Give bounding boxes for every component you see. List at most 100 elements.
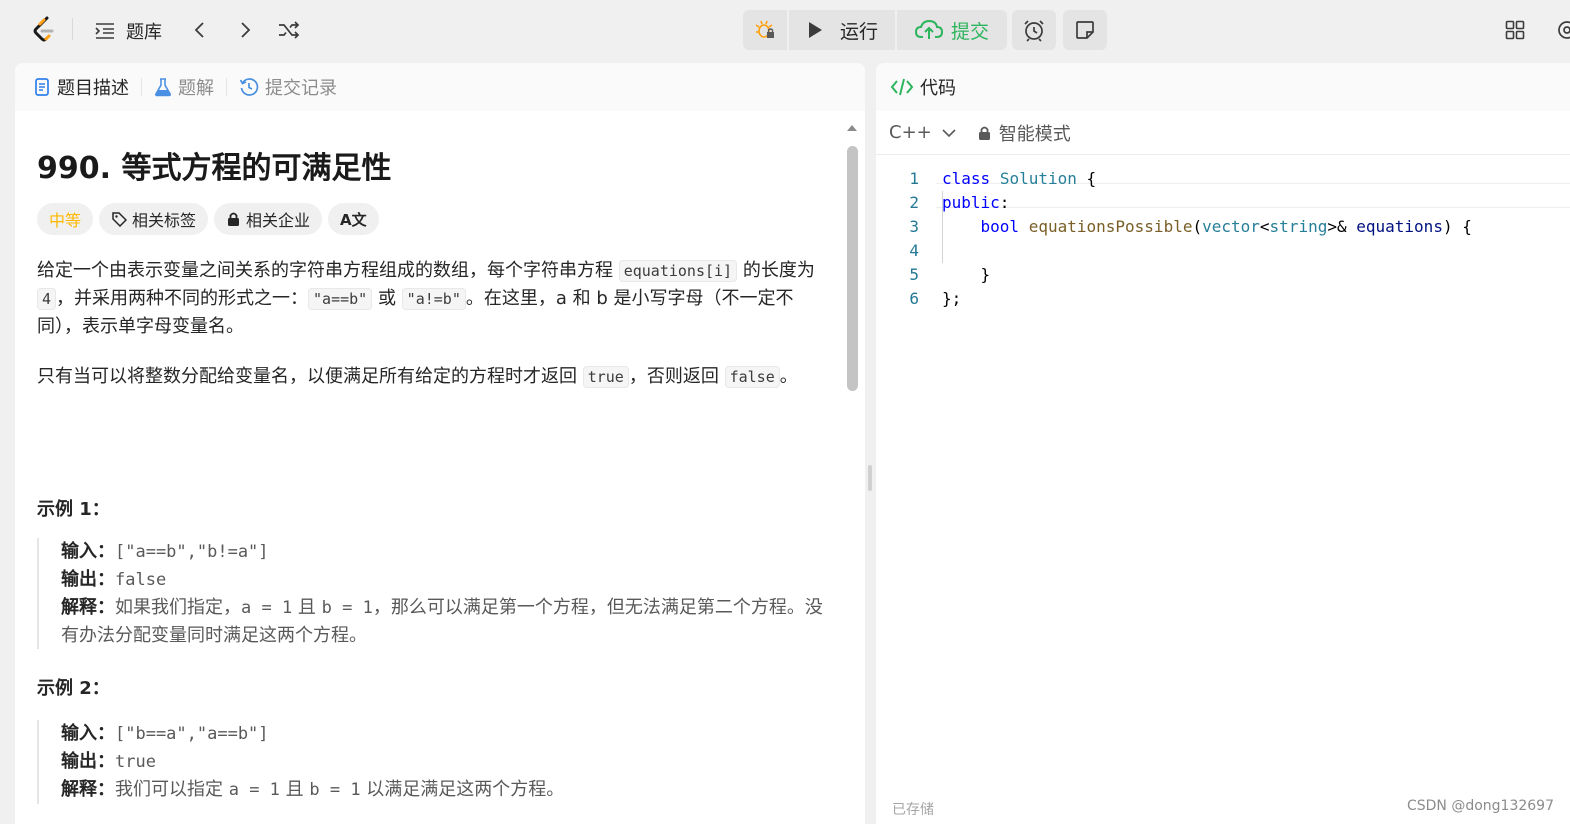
note-icon [1076,21,1094,39]
line-number: 6 [909,289,919,308]
problem-title: 990. 等式方程的可满足性 [37,151,392,186]
code-header: 代码 [876,63,1570,111]
layout-icon[interactable] [1505,20,1525,40]
language-select[interactable]: C++ [889,122,956,143]
divider [72,18,73,40]
explanation-code: b = 1 [321,598,373,618]
code-line: 4 [876,239,1570,263]
explanation-text: 如果我们指定， [115,597,241,618]
example-1-explanation: 解释：如果我们指定，a = 1 且 b = 1，那么可以满足第一个方程，但无法满… [61,594,827,649]
tags-label: 相关标签 [132,211,197,230]
saved-status: 已存储 [892,802,934,818]
debug-button[interactable] [743,10,787,50]
tab-submissions-label: 提交记录 [265,78,337,99]
code-panel: 代码 C++ 智能模式 1 class Solution { 2 public: 3… [876,63,1570,824]
inline-code: equations[i] [618,260,738,282]
cloud-upload-icon [914,19,943,39]
chevron-down-icon [942,128,956,137]
notes-button[interactable] [1063,10,1107,50]
explanation-label: 解释： [61,597,115,618]
explanation-label: 解释： [61,779,115,800]
output-label: 输出： [61,569,115,590]
explanation-text: 以满足满足这两个方程。 [360,779,565,800]
code-editor[interactable]: 1 class Solution { 2 public: 3 bool equati… [876,167,1570,311]
alarm-icon [1024,20,1044,42]
debug-icon [755,20,774,38]
submit-label: 提交 [950,20,989,43]
example-1-input: 输入：["a==b","b!=a"] [61,538,827,566]
difficulty-badge[interactable]: 中等 [37,203,94,235]
code-line: 3 bool equationsPossible(vector<string>&… [876,215,1570,239]
example-1-title: 示例 1： [37,499,110,520]
example-2-output: 输出：true [61,748,827,776]
tab-separator [141,78,142,96]
flask-icon [155,78,171,97]
translate-button[interactable]: A文 [328,203,379,235]
tags-badge[interactable]: 相关标签 [99,203,209,235]
inline-code: "a!=b" [401,288,466,310]
shuffle-icon[interactable] [277,19,301,41]
line-text: } [942,265,991,284]
example-2-block: 输入：["b==a","a==b"] 输出：true 解释：我们可以指定 a =… [37,720,827,804]
input-label: 输入： [61,723,115,744]
history-icon [239,78,259,96]
timer-button[interactable] [1012,10,1056,50]
example-2-explanation: 解释：我们可以指定 a = 1 且 b = 1 以满足满足这两个方程。 [61,776,827,804]
tab-submissions[interactable]: 提交记录 [239,74,337,100]
document-icon [35,78,49,96]
chevron-left-icon[interactable] [190,20,210,40]
badge-row: 中等 相关标签 相关企业 A文 [37,203,385,235]
description-paragraph-2: 只有当可以将整数分配给变量名，以便满足所有给定的方程时才返回 true ，否则返回… [37,363,827,391]
list-icon [95,23,114,39]
scrollbar-thumb[interactable] [847,146,858,391]
line-text: bool equationsPossible(vector<string>& e… [980,217,1472,236]
desc-text: 的长度为 [737,260,815,281]
line-number: 3 [909,217,919,236]
output-label: 输出： [61,751,115,772]
line-text: class Solution { [942,169,1097,188]
chevron-right-icon[interactable] [235,20,255,40]
line-text: public: [942,193,1010,212]
line-number: 4 [909,241,919,260]
explanation-text: 且 [279,779,310,800]
inline-code: true [582,366,629,388]
tag-icon [112,212,128,227]
desc-text: ，否则返回 [628,366,725,387]
desc-text: ，并采用两种不同的形式之一： [56,288,309,309]
desc-text: 只有当可以将整数分配给变量名，以便满足所有给定的方程时才返回 [37,366,583,387]
watermark: CSDN @dong132697 [1406,798,1554,814]
tab-solutions[interactable]: 题解 [154,74,214,100]
explanation-text: 且 [292,597,322,618]
code-line: 1 class Solution { [876,167,1570,191]
tab-solutions-label: 题解 [178,78,214,99]
tab-description-label: 题目描述 [57,78,129,99]
inline-code: false [724,366,780,388]
scroll-up-arrow-icon[interactable] [846,123,858,133]
desc-text: 给定一个由表示变量之间关系的字符串方程组成的数组，每个字符串方程 [37,260,619,281]
smart-mode-toggle[interactable]: 智能模式 [978,120,1071,146]
explanation-text: 我们可以指定 [115,779,229,800]
code-line: 2 public: [876,191,1570,215]
input-value: ["b==a","a==b"] [115,724,269,744]
tab-description[interactable]: 题目描述 [33,74,129,100]
example-2-input: 输入：["b==a","a==b"] [61,720,827,748]
top-bar: 题库 运行 提交 [0,0,1570,60]
editor-toolbar: C++ 智能模式 [876,111,1570,155]
description-paragraph-1: 给定一个由表示变量之间关系的字符串方程组成的数组，每个字符串方程 equatio… [37,257,827,341]
example-1-block: 输入：["a==b","b!=a"] 输出：false 解释：如果我们指定，a … [37,538,827,649]
problem-bank-button[interactable]: 题库 [94,18,162,44]
explanation-code: a = 1 [241,598,293,618]
logo-icon[interactable] [28,14,60,46]
language-label: C++ [889,122,932,143]
panel-resize-handle[interactable] [868,465,872,491]
line-number: 2 [909,193,919,212]
explanation-code: a = 1 [228,780,280,800]
run-button[interactable]: 运行 [789,10,895,50]
explanation-code: b = 1 [309,780,361,800]
line-number: 5 [909,265,919,284]
gear-icon[interactable] [1556,19,1570,41]
code-header-label: 代码 [920,78,956,99]
companies-badge[interactable]: 相关企业 [214,203,323,235]
inline-code: 4 [37,288,57,310]
submit-button[interactable]: 提交 [897,10,1007,50]
